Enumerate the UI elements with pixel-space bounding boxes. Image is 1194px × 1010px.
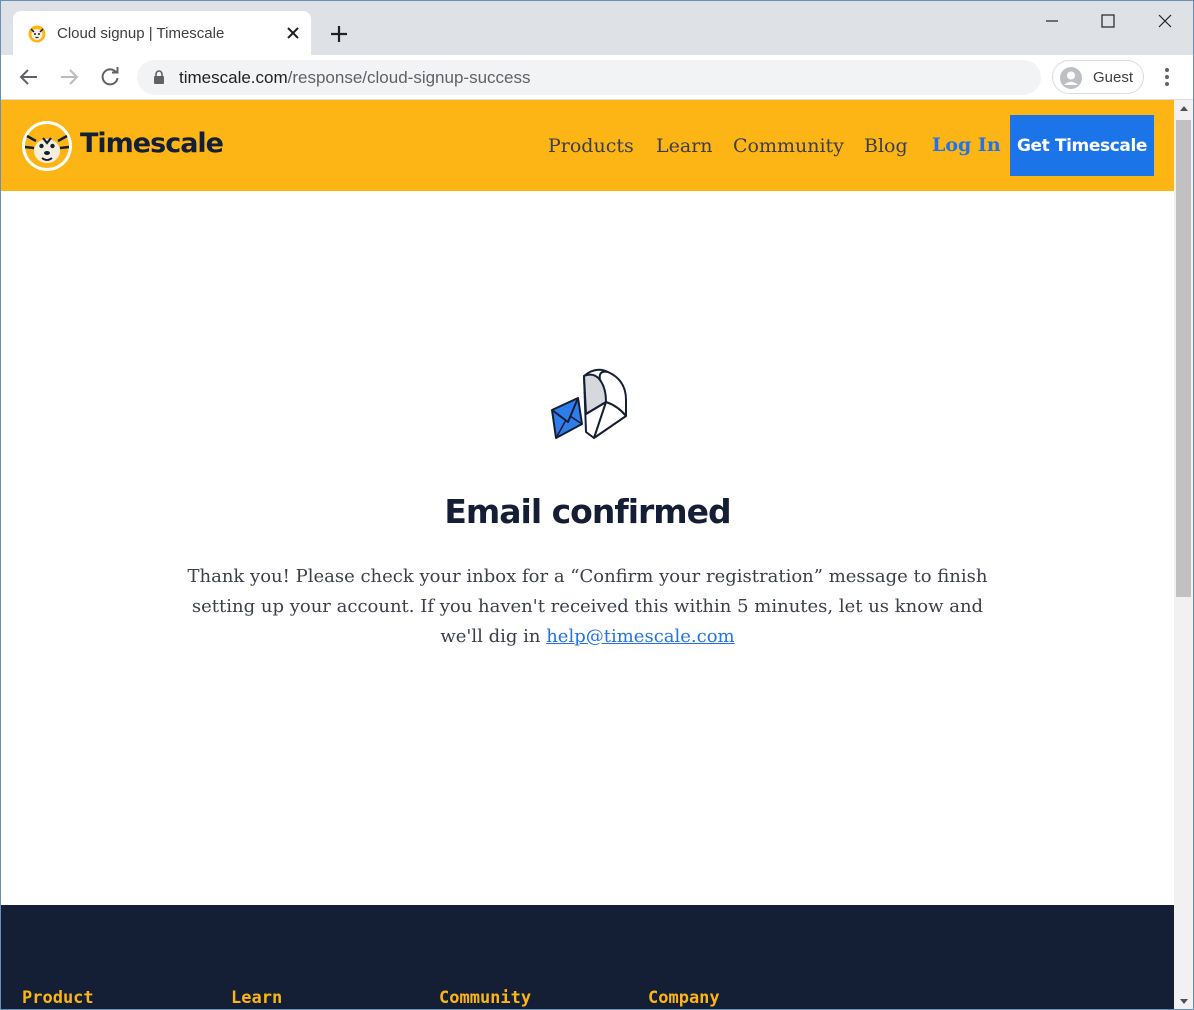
back-arrow-icon[interactable] <box>18 66 40 88</box>
reload-icon[interactable] <box>99 66 121 88</box>
browser-tab[interactable]: Cloud signup | Timescale <box>13 11 311 55</box>
url-host: timescale.com <box>179 68 288 87</box>
new-tab-icon[interactable] <box>327 22 351 46</box>
address-bar[interactable]: timescale.com/response/cloud-signup-succ… <box>137 60 1041 95</box>
profile-button[interactable]: Guest <box>1052 60 1144 94</box>
maximize-icon[interactable] <box>1094 9 1122 33</box>
browser-toolbar: timescale.com/response/cloud-signup-succ… <box>1 55 1193 100</box>
site-footer: Product Learn Community Company <box>1 905 1174 1009</box>
logo-wordmark[interactable]: Timescale <box>80 128 224 159</box>
minimize-icon[interactable] <box>1038 9 1066 33</box>
page-title: Email confirmed <box>444 492 731 531</box>
browser-window: Cloud signup | Timescale timescale.com/r… <box>0 0 1194 1010</box>
avatar-icon <box>1060 67 1082 89</box>
confirmation-message: Thank you! Please check your inbox for a… <box>187 562 988 652</box>
footer-heading-learn: Learn <box>231 988 283 1008</box>
close-tab-icon[interactable] <box>283 23 303 43</box>
nav-learn[interactable]: Learn <box>656 135 713 157</box>
footer-heading-community: Community <box>439 988 532 1008</box>
forward-arrow-icon[interactable] <box>58 66 80 88</box>
url-path: /response/cloud-signup-success <box>287 68 531 87</box>
login-link[interactable]: Log In <box>932 134 1001 156</box>
tiger-favicon-icon <box>28 25 46 43</box>
site-header: Timescale Products Learn Community Blog … <box>1 100 1174 191</box>
help-email-link[interactable]: help@timescale.com <box>546 626 734 647</box>
mailbox-icon <box>551 368 627 439</box>
more-menu-icon[interactable] <box>1159 66 1175 88</box>
footer-heading-company: Company <box>648 988 720 1008</box>
footer-heading-product: Product <box>22 988 94 1008</box>
url-text[interactable]: timescale.com/response/cloud-signup-succ… <box>179 68 531 88</box>
profile-name: Guest <box>1093 69 1134 86</box>
scroll-down-arrow-icon[interactable] <box>1180 999 1188 1004</box>
nav-community[interactable]: Community <box>733 135 844 157</box>
vertical-scrollbar[interactable] <box>1174 100 1193 1009</box>
tab-title: Cloud signup | Timescale <box>57 25 225 42</box>
tiger-logo-icon[interactable] <box>21 120 73 172</box>
lock-icon[interactable] <box>153 70 165 85</box>
nav-blog[interactable]: Blog <box>864 135 908 157</box>
close-window-icon[interactable] <box>1151 9 1179 33</box>
nav-products[interactable]: Products <box>548 135 634 157</box>
page-viewport: Timescale Products Learn Community Blog … <box>1 100 1174 1009</box>
scroll-up-arrow-icon[interactable] <box>1180 106 1188 111</box>
tab-strip: Cloud signup | Timescale <box>1 1 1193 55</box>
get-timescale-button[interactable]: Get Timescale <box>1010 115 1154 176</box>
scrollbar-thumb[interactable] <box>1176 120 1191 597</box>
